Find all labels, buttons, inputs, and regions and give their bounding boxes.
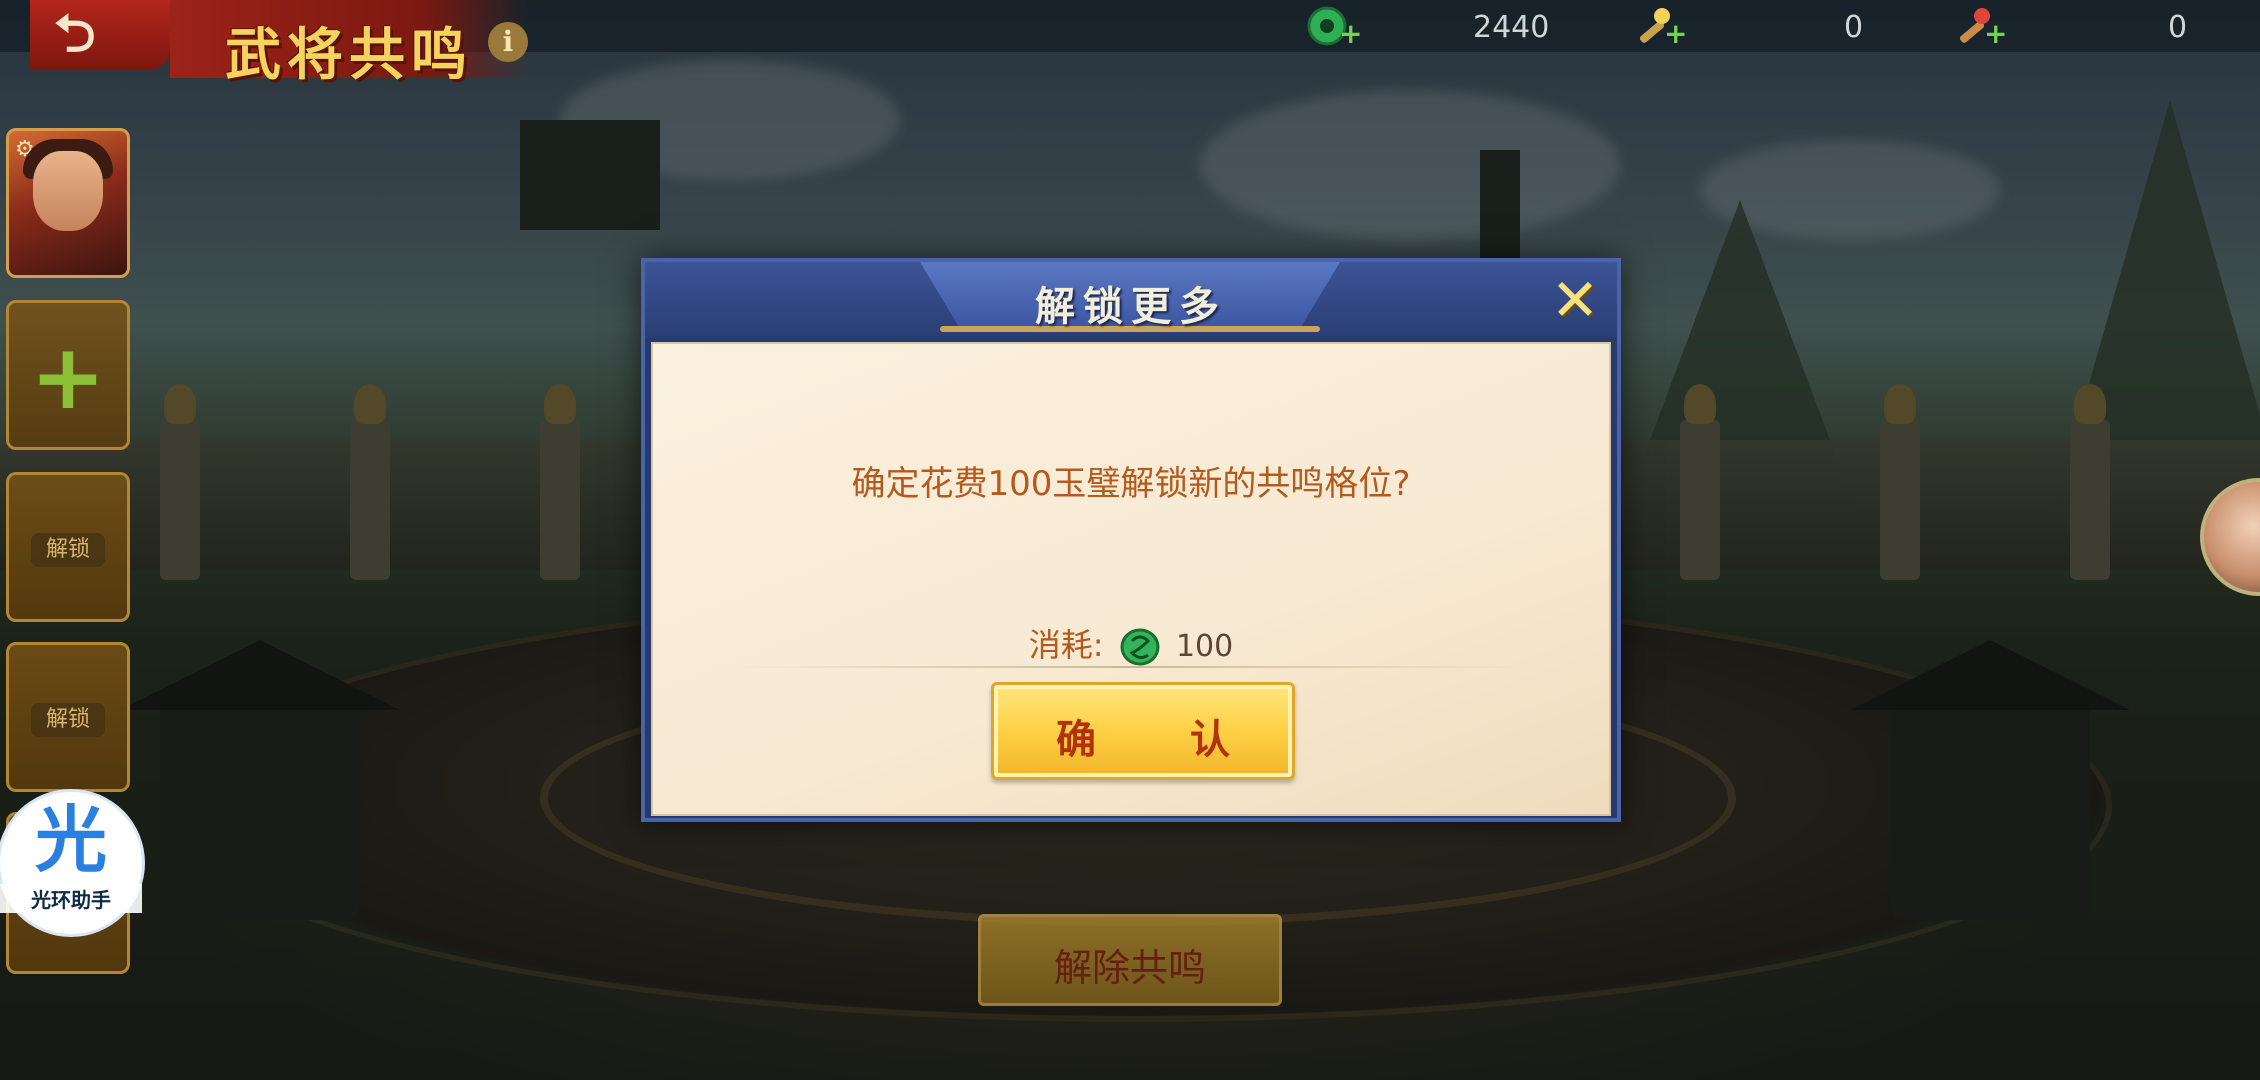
unlock-dialog: 解锁更多 ✕ 确定花费100玉璧解锁新的共鸣格位? 消耗: 100 确 认: [641, 258, 1621, 822]
close-icon[interactable]: ✕: [1547, 271, 1603, 329]
assistant-float-button[interactable]: 光 光环助手: [0, 792, 142, 934]
add-jade-button[interactable]: +: [1339, 20, 1363, 48]
release-resonance-button[interactable]: 解除共鸣: [978, 914, 1282, 1006]
hero-slot-locked[interactable]: 解锁: [6, 472, 130, 622]
back-button[interactable]: ⮌: [30, 0, 170, 70]
hero-slot-portrait[interactable]: ⚙: [6, 128, 130, 278]
jade-coin-icon: [1118, 627, 1162, 667]
release-resonance-label: 解除共鸣: [1053, 946, 1206, 990]
back-arrow-icon: ⮌: [54, 4, 96, 64]
jade-amount: 2440: [1473, 10, 1550, 45]
resource-red-torch: + 0: [1950, 4, 2190, 48]
hero-slot-add[interactable]: +: [6, 300, 130, 450]
cost-label: 消耗:: [1028, 626, 1104, 664]
dialog-question: 确定花费100玉璧解锁新的共鸣格位?: [851, 464, 1411, 504]
assistant-logo-icon: 光: [34, 798, 107, 882]
confirm-button[interactable]: 确 认: [991, 682, 1295, 780]
torch-amount: 0: [1844, 10, 1864, 45]
dialog-title: 解锁更多: [1035, 284, 1227, 330]
confirm-label: 确 认: [1056, 717, 1270, 763]
add-red-torch-button[interactable]: +: [1984, 20, 2008, 48]
dialog-body: 确定花费100玉璧解锁新的共鸣格位? 消耗: 100 确 认: [651, 342, 1611, 816]
cost-row: 消耗: 100: [653, 620, 1609, 667]
add-torch-button[interactable]: +: [1664, 20, 1688, 48]
unlock-label: 解锁: [31, 533, 105, 567]
unlock-label: 解锁: [31, 703, 105, 737]
resource-torch: + 0: [1630, 4, 1870, 48]
hero-portrait: [33, 151, 103, 231]
cost-amount: 100: [1175, 629, 1234, 664]
divider: [733, 666, 1529, 668]
hero-slot-locked[interactable]: 解锁: [6, 642, 130, 792]
resource-jade: + 2440: [1305, 4, 1565, 48]
red-torch-amount: 0: [2168, 10, 2188, 45]
assistant-label: 光环助手: [0, 884, 142, 913]
plus-icon: +: [30, 325, 106, 430]
page-title: 武将共鸣: [225, 22, 473, 88]
info-button[interactable]: i: [488, 22, 528, 62]
